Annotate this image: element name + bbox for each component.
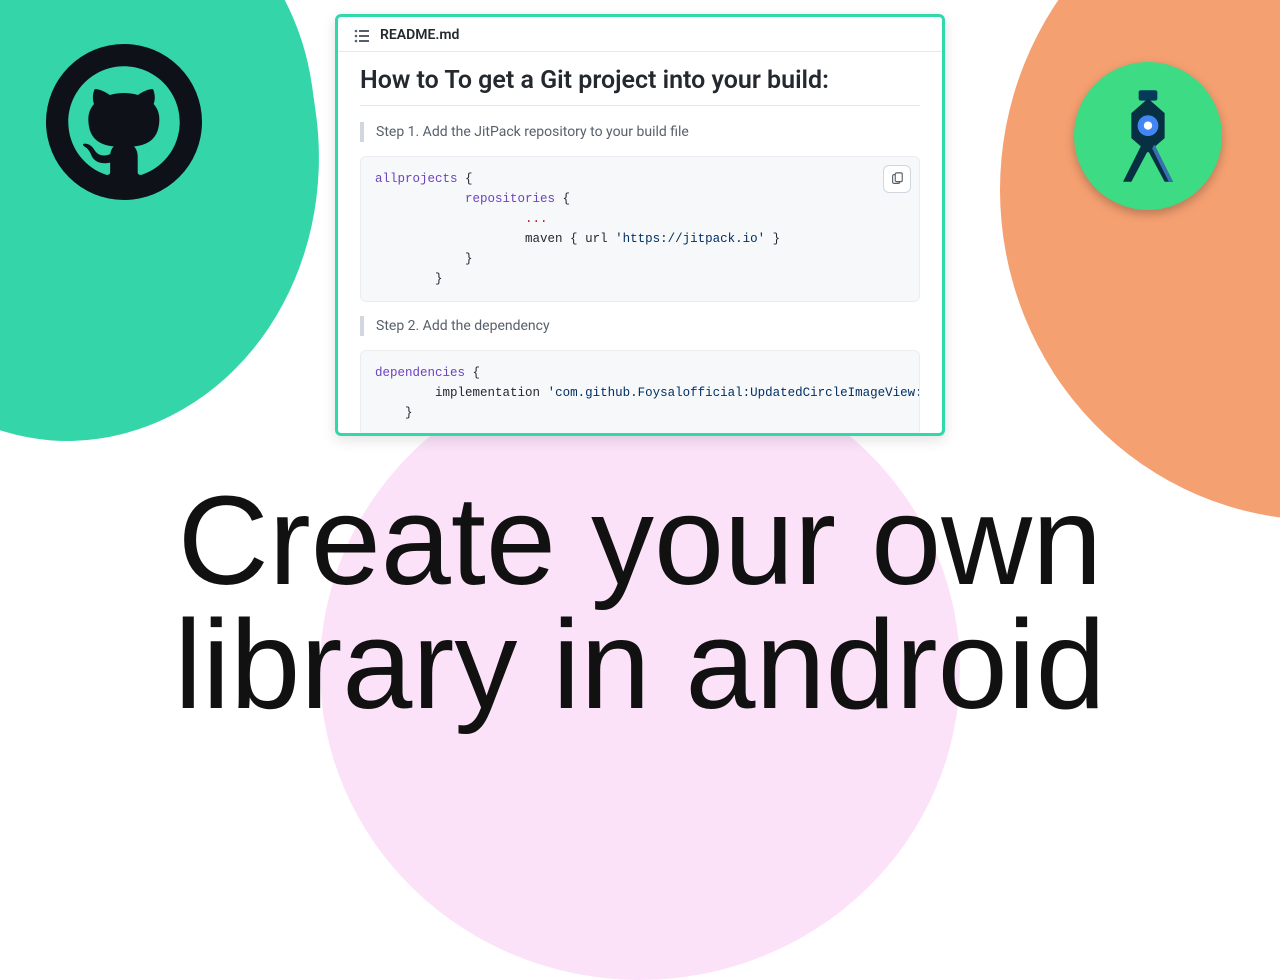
copy-icon[interactable] [883,165,911,193]
step1-blockquote: Step 1. Add the JitPack repository to yo… [360,122,920,142]
readme-heading: How to To get a Git project into your bu… [360,66,920,106]
step2-blockquote: Step 2. Add the dependency [360,316,920,336]
readme-header: README.md [338,17,942,52]
readme-filename: README.md [380,27,459,43]
dep-value: 'com.github.Foysalofficial:UpdatedCircle… [548,386,920,400]
main-title: Create your own library in android [0,479,1280,728]
code-block-1: allprojects { repositories { ... maven {… [360,156,920,302]
code-block-2: dependencies { implementation 'com.githu… [360,350,920,436]
kw-dots: ... [525,212,548,226]
kw-allprojects: allprojects [375,172,458,186]
kw-repositories: repositories [465,192,555,206]
readme-body: How to To get a Git project into your bu… [338,52,942,436]
toc-icon[interactable] [354,28,370,42]
kw-dependencies: dependencies [375,366,465,380]
title-line-1: Create your own [0,479,1280,604]
kw-implementation: implementation [435,386,540,400]
url-value: 'https://jitpack.io' [615,232,765,246]
kw-maven: maven [525,232,563,246]
title-line-2: library in android [0,603,1280,728]
readme-panel: README.md How to To get a Git project in… [335,14,945,436]
android-studio-icon [1074,62,1222,210]
github-icon [46,44,202,200]
kw-url: url [585,232,608,246]
